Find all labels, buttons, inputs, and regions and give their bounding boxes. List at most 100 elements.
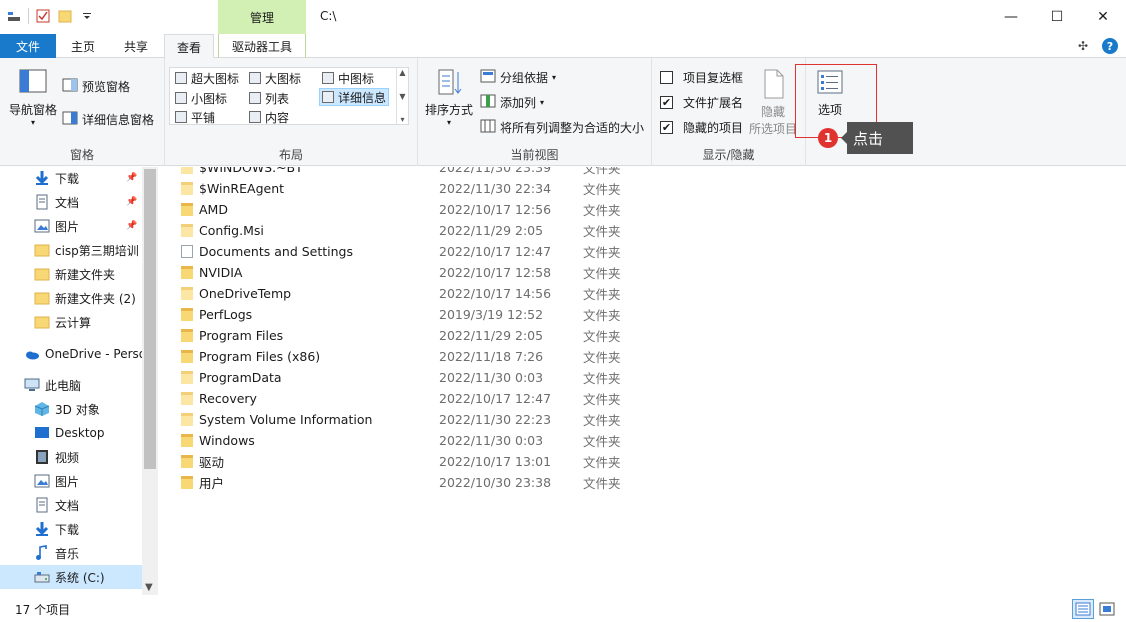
file-name: AMD	[199, 202, 228, 217]
file-row[interactable]: $WinREAgent 2022/11/30 22:34 文件夹	[160, 178, 640, 199]
hidden-items-toggle[interactable]: ✔ 隐藏的项目	[660, 119, 743, 136]
manage-context-tab[interactable]: 管理	[218, 0, 306, 34]
item-checkboxes-checkbox[interactable]	[660, 71, 673, 84]
file-type: 文件夹	[583, 392, 621, 407]
new-folder-icon[interactable]	[57, 8, 73, 24]
nav-item[interactable]: 文档 📌	[0, 190, 142, 214]
nav-scrollbar[interactable]: ▼	[142, 167, 158, 595]
add-column-button[interactable]: 添加列 ▾	[480, 94, 544, 111]
details-pane-icon	[62, 111, 78, 128]
nav-item[interactable]: 云计算	[0, 310, 142, 334]
documents-icon	[34, 194, 50, 210]
pin-icon: 📌	[126, 221, 138, 231]
nav-item[interactable]: 图片	[0, 469, 142, 493]
nav-pane-icon	[17, 68, 49, 101]
nav-item[interactable]: cisp第三期培训	[0, 238, 142, 262]
close-button[interactable]: ✕	[1080, 0, 1126, 34]
navigation-pane: 下载 📌 文档 📌 图片 📌 cisp第三期培训 新建文件夹 新建文件夹 (2) 云计算 OneDr…	[0, 167, 158, 595]
file-row[interactable]: NVIDIA 2022/10/17 12:58 文件夹	[160, 262, 640, 283]
nav-item[interactable]: Desktop	[0, 421, 142, 445]
file-row[interactable]: PerfLogs 2019/3/19 12:52 文件夹	[160, 304, 640, 325]
nav-item[interactable]: 3D 对象	[0, 397, 142, 421]
minimize-button[interactable]: —	[988, 0, 1034, 34]
nav-item-label: 文档	[55, 195, 80, 210]
tab-drive-tools[interactable]: 驱动器工具	[218, 34, 306, 58]
chevron-down-icon[interactable]: ▼	[399, 92, 405, 101]
layout-medium-icons[interactable]: 中图标	[320, 69, 376, 87]
videos-icon	[34, 449, 50, 465]
file-date: 2022/11/30 23:39	[439, 167, 552, 175]
details-pane-button[interactable]: 详细信息窗格	[62, 111, 154, 128]
properties-icon[interactable]	[35, 8, 51, 24]
tab-home[interactable]: 主页	[58, 34, 108, 58]
file-name: Config.Msi	[199, 223, 264, 238]
file-row[interactable]: Windows 2022/11/30 0:03 文件夹	[160, 430, 640, 451]
sort-by-button[interactable]: 排序方式 ▾	[423, 68, 475, 127]
file-row[interactable]: System Volume Information 2022/11/30 22:2…	[160, 409, 640, 430]
file-date: 2022/11/29 2:05	[439, 328, 544, 343]
fit-columns-button[interactable]: 将所有列调整为合适的大小	[480, 119, 644, 136]
tab-file[interactable]: 文件	[0, 34, 56, 58]
hide-selected-button[interactable]: 隐藏 所选项目	[746, 68, 800, 137]
preview-pane-button[interactable]: 预览窗格	[62, 78, 130, 95]
chevron-up-icon[interactable]: ▲	[399, 68, 405, 77]
file-row[interactable]: ProgramData 2022/11/30 0:03 文件夹	[160, 367, 640, 388]
nav-item[interactable]: 下载 📌	[0, 167, 142, 190]
hidden-items-checkbox[interactable]: ✔	[660, 121, 673, 134]
large-icons-icon	[249, 72, 261, 84]
file-row[interactable]: Documents and Settings 2022/10/17 12:47 文件…	[160, 241, 640, 262]
file-extensions-toggle[interactable]: ✔ 文件扩展名	[660, 94, 743, 111]
nav-item[interactable]: 文档	[0, 493, 142, 517]
file-extensions-checkbox[interactable]: ✔	[660, 96, 673, 109]
file-type: 文件夹	[583, 413, 621, 428]
help-icon[interactable]: ?	[1102, 38, 1118, 54]
file-row[interactable]: 用户 2022/10/30 23:38 文件夹	[160, 472, 640, 493]
nav-item[interactable]: 音乐	[0, 541, 142, 565]
more-icon[interactable]: ▾	[400, 115, 404, 124]
file-row[interactable]: AMD 2022/10/17 12:56 文件夹	[160, 199, 640, 220]
file-row[interactable]: 驱动 2022/10/17 13:01 文件夹	[160, 451, 640, 472]
nav-item[interactable]: 新建文件夹 (2)	[0, 286, 142, 310]
nav-item[interactable]: 此电脑	[0, 373, 142, 397]
file-row[interactable]: Recovery 2022/10/17 12:47 文件夹	[160, 388, 640, 409]
maximize-button[interactable]: ☐	[1034, 0, 1080, 34]
nav-item[interactable]: 新建文件夹	[0, 262, 142, 286]
file-row[interactable]: $WINDOWS.~BT 2022/11/30 23:39 文件夹	[160, 167, 640, 178]
file-type: 文件夹	[583, 266, 621, 281]
fit-columns-label: 将所有列调整为合适的大小	[500, 121, 645, 135]
item-checkboxes-toggle[interactable]: 项目复选框	[660, 69, 743, 86]
nav-item[interactable]: 系统 (C:)	[0, 565, 142, 589]
layout-content[interactable]: 内容	[247, 108, 291, 126]
layout-small-icons[interactable]: 小图标	[173, 89, 229, 107]
file-row[interactable]: OneDriveTemp 2022/10/17 14:56 文件夹	[160, 283, 640, 304]
show-hide-group-label: 显示/隐藏	[702, 148, 755, 162]
details-view-toggle[interactable]	[1072, 599, 1094, 619]
step-badge: 1	[818, 128, 838, 148]
current-view-group-label: 当前视图	[510, 148, 559, 162]
tab-share[interactable]: 共享	[110, 34, 162, 58]
large-icons-view-toggle[interactable]	[1096, 599, 1118, 619]
tab-view[interactable]: 查看	[164, 34, 214, 59]
file-row[interactable]: Program Files 2022/11/29 2:05 文件夹	[160, 325, 640, 346]
customize-qat-icon[interactable]	[79, 8, 95, 24]
scrollbar-thumb[interactable]	[144, 169, 156, 469]
nav-item[interactable]: 图片 📌	[0, 214, 142, 238]
nav-item[interactable]: OneDrive - Perso	[0, 342, 142, 366]
layout-extra-large-icons[interactable]: 超大图标	[173, 69, 241, 87]
layout-tiles[interactable]: 平铺	[173, 108, 217, 126]
layout-details[interactable]: 详细信息	[319, 88, 390, 106]
system-menu-icon[interactable]	[6, 8, 22, 24]
chevron-down-icon[interactable]: ▼	[145, 582, 153, 593]
nav-item[interactable]: 下载	[0, 517, 142, 541]
group-by-button[interactable]: 分组依据 ▾	[480, 69, 556, 86]
nav-item[interactable]: 视频	[0, 445, 142, 469]
layout-large-icons[interactable]: 大图标	[247, 69, 303, 87]
layout-gallery-scroll[interactable]: ▲ ▼ ▾	[396, 68, 408, 124]
layout-list[interactable]: 列表	[247, 89, 291, 107]
nav-pane-button[interactable]: 导航窗格 ▾	[6, 68, 60, 127]
file-row[interactable]: Config.Msi 2022/11/29 2:05 文件夹	[160, 220, 640, 241]
pin-ribbon-icon[interactable]: ✣	[1078, 39, 1088, 53]
layout-item-label: 详细信息	[338, 90, 387, 105]
file-row[interactable]: Program Files (x86) 2022/11/18 7:26 文件夹	[160, 346, 640, 367]
file-name: Program Files (x86)	[199, 349, 321, 364]
